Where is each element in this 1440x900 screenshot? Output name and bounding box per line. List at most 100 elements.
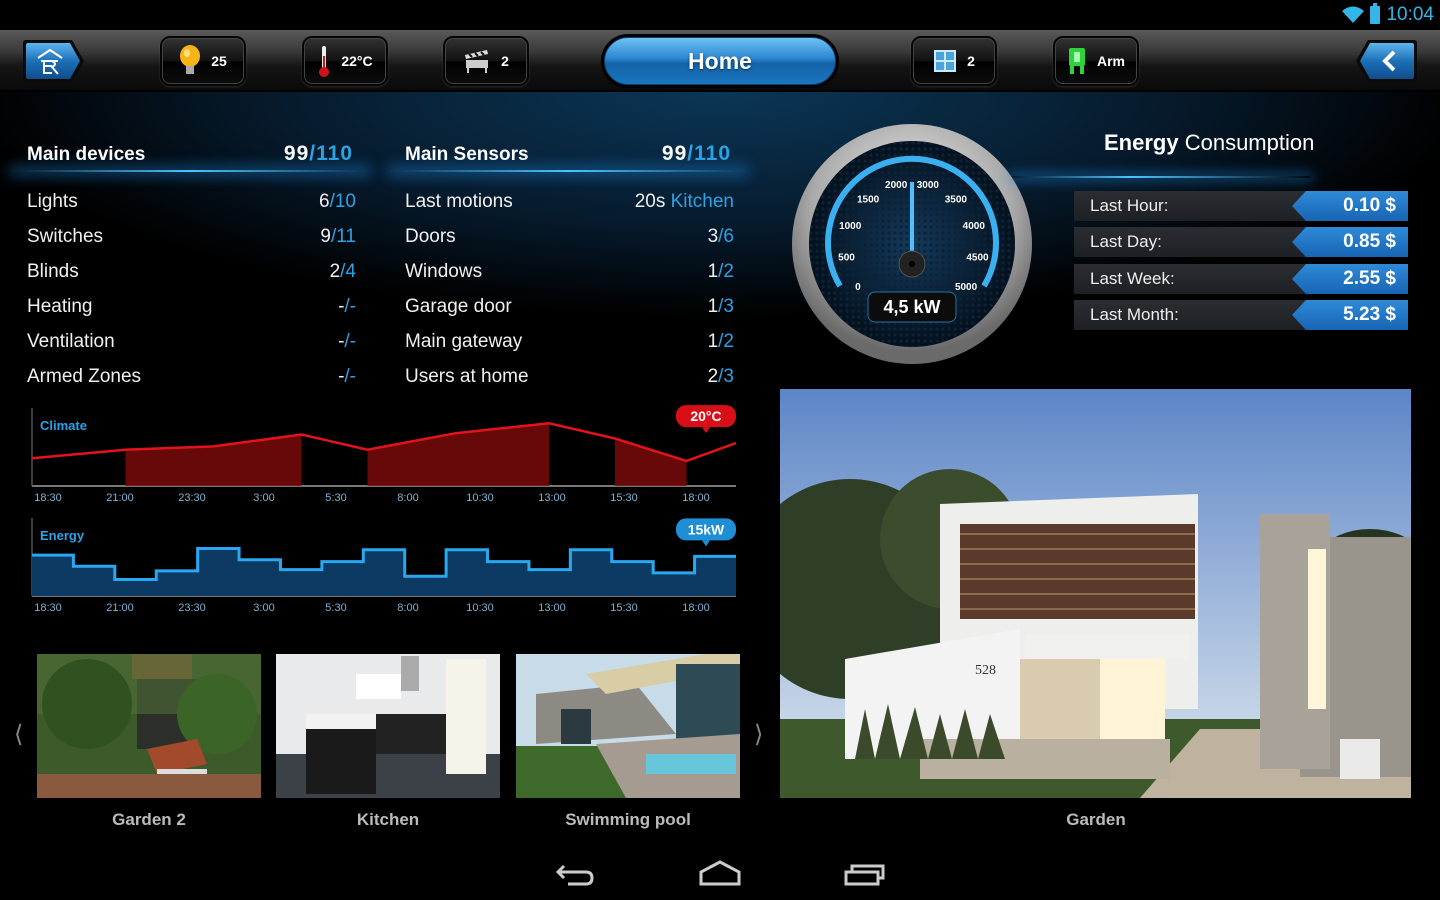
temperature-button[interactable]: 22°C xyxy=(302,36,388,86)
energy-chart[interactable]: Energy 18:30 21:00 23:30 3:00 5:30 8:00 10:30 13… xyxy=(20,512,740,622)
x-tick-label: 18:00 xyxy=(682,492,710,504)
back-button[interactable] xyxy=(1354,38,1418,84)
x-tick-label: 18:00 xyxy=(682,602,710,614)
top-toolbar: 25 22°C 2 Home 2 Arm xyxy=(0,30,1440,92)
main-devices-panel: Main devices 99/110 Lights 6/10 Switches 9… xyxy=(12,134,368,394)
thermometer-icon xyxy=(319,46,330,77)
room-label: Kitchen xyxy=(356,810,420,829)
gauge-tick-label: 3000 xyxy=(917,180,940,191)
arm-button[interactable]: Arm xyxy=(1053,36,1139,86)
gauge-tick-label: 4500 xyxy=(966,252,989,263)
device-row-blinds[interactable]: Blinds 2/4 xyxy=(12,254,368,289)
wifi-icon xyxy=(1342,6,1365,23)
gauge-tick-label: 5000 xyxy=(955,282,978,293)
x-tick-label: 5:30 xyxy=(325,492,346,504)
clock: 10:04 xyxy=(1386,4,1434,25)
callout-text: 20°C xyxy=(690,408,721,424)
x-tick-label: 10:30 xyxy=(466,602,494,614)
tab-home[interactable]: Home xyxy=(601,34,839,88)
system-nav-bar xyxy=(0,840,1440,900)
room-thumb-swimming-pool[interactable] xyxy=(516,654,740,798)
back-icon[interactable] xyxy=(554,850,598,890)
panel-title: Main devices xyxy=(27,144,146,165)
room-thumb-kitchen[interactable] xyxy=(276,654,500,798)
device-row-switches[interactable]: Switches 9/11 xyxy=(12,219,368,254)
battery-icon xyxy=(1370,3,1381,24)
sensor-row-doors[interactable]: Doors 3/6 xyxy=(390,219,746,254)
sensors-count: 99/110 xyxy=(661,142,731,165)
energy-row-last-week: Last Week: 2.55 $ xyxy=(1074,264,1408,294)
clapperboard-icon xyxy=(465,50,489,73)
gallery-next-button[interactable]: ⟩ xyxy=(754,720,763,749)
divider xyxy=(390,170,746,172)
alarm-arm-icon xyxy=(1068,48,1085,74)
room-label: Garden 2 xyxy=(112,810,186,829)
energy-row-last-hour: Last Hour: 0.10 $ xyxy=(1074,191,1408,221)
gauge-tick-label: 4000 xyxy=(963,221,986,232)
energy-area xyxy=(32,548,736,596)
energy-consumption-title: Energy Consumption xyxy=(1104,130,1315,155)
device-row-armed-zones[interactable]: Armed Zones -/- xyxy=(12,359,368,394)
sensor-row-main-gateway[interactable]: Main gateway 1/2 xyxy=(390,324,746,359)
window-icon xyxy=(934,50,957,72)
gauge-tick-label: 1000 xyxy=(839,221,862,232)
gauge-tick-label: 0 xyxy=(855,282,861,293)
energy-row-last-day: Last Day: 0.85 $ xyxy=(1074,227,1408,257)
room-thumb-garden-2[interactable] xyxy=(37,654,261,798)
chart-title: Energy xyxy=(40,528,85,543)
divider xyxy=(1010,176,1310,178)
windows-button[interactable]: 2 xyxy=(911,36,997,86)
chevron-right-icon: ⟩ xyxy=(754,721,764,748)
value-callout: 20°C xyxy=(676,405,736,434)
light-bulb-icon xyxy=(180,45,201,74)
gauge-tick-label: 500 xyxy=(838,252,855,263)
house-number: 528 xyxy=(975,663,996,678)
x-tick-label: 18:30 xyxy=(34,492,62,504)
chevron-left-icon: ⟨ xyxy=(14,721,24,748)
device-row-ventilation[interactable]: Ventilation -/- xyxy=(12,324,368,359)
chart-title: Climate xyxy=(40,418,87,433)
sensor-row-garage-door[interactable]: Garage door 1/3 xyxy=(390,289,746,324)
lights-button[interactable]: 25 xyxy=(160,36,246,86)
sensor-row-last-motions[interactable]: Last motions 20s Kitchen xyxy=(390,184,746,219)
x-tick-label: 13:00 xyxy=(538,602,566,614)
panel-title: Main Sensors xyxy=(405,144,529,165)
climate-chart[interactable]: Climate 18:30 21:00 23:30 3:00 5:30 8:00 10:30 1… xyxy=(20,402,740,512)
x-tick-label: 21:00 xyxy=(106,492,134,504)
climate-chart-svg: Climate 18:30 21:00 23:30 3:00 5:30 8:00 10:30 1… xyxy=(31,405,737,504)
home-icon[interactable] xyxy=(698,850,742,890)
x-tick-label: 15:30 xyxy=(610,602,638,614)
callout-text: 15kW xyxy=(688,521,725,537)
featured-room-photo[interactable]: 528 xyxy=(780,389,1411,798)
featured-room-label: Garden xyxy=(1066,810,1126,829)
device-row-lights[interactable]: Lights 6/10 xyxy=(12,184,368,219)
x-tick-label: 21:00 xyxy=(106,602,134,614)
gauge-tick-label: 2000 xyxy=(885,180,908,191)
x-tick-label: 8:00 xyxy=(397,602,418,614)
home-logo-button[interactable] xyxy=(22,38,86,84)
sensor-row-users-at-home[interactable]: Users at home 2/3 xyxy=(390,359,746,394)
x-tick-label: 3:00 xyxy=(253,602,274,614)
sensor-row-windows[interactable]: Windows 1/2 xyxy=(390,254,746,289)
value-callout: 15kW xyxy=(676,518,736,547)
x-tick-label: 3:00 xyxy=(253,492,274,504)
x-tick-label: 8:00 xyxy=(397,492,418,504)
x-tick-label: 15:30 xyxy=(610,492,638,504)
device-row-heating[interactable]: Heating -/- xyxy=(12,289,368,324)
x-tick-label: 23:30 xyxy=(178,492,206,504)
x-tick-label: 13:00 xyxy=(538,492,566,504)
gauge-readout: 4,5 kW xyxy=(883,297,940,317)
x-tick-label: 18:30 xyxy=(34,602,62,614)
room-label: Swimming pool xyxy=(565,810,691,829)
x-tick-label: 23:30 xyxy=(178,602,206,614)
divider xyxy=(12,170,368,172)
scenes-button[interactable]: 2 xyxy=(443,36,529,86)
gauge-tick-label: 1500 xyxy=(857,195,880,206)
devices-count: 99/110 xyxy=(283,142,353,165)
energy-chart-svg: Energy 18:30 21:00 23:30 3:00 5:30 8:00 10:30 13… xyxy=(31,518,736,614)
status-bar: 10:04 xyxy=(0,0,1440,30)
gallery-prev-button[interactable]: ⟨ xyxy=(14,720,23,749)
shaded-area xyxy=(615,438,687,486)
recent-apps-icon[interactable] xyxy=(842,850,886,890)
gauge-tick-label: 3500 xyxy=(945,195,968,206)
